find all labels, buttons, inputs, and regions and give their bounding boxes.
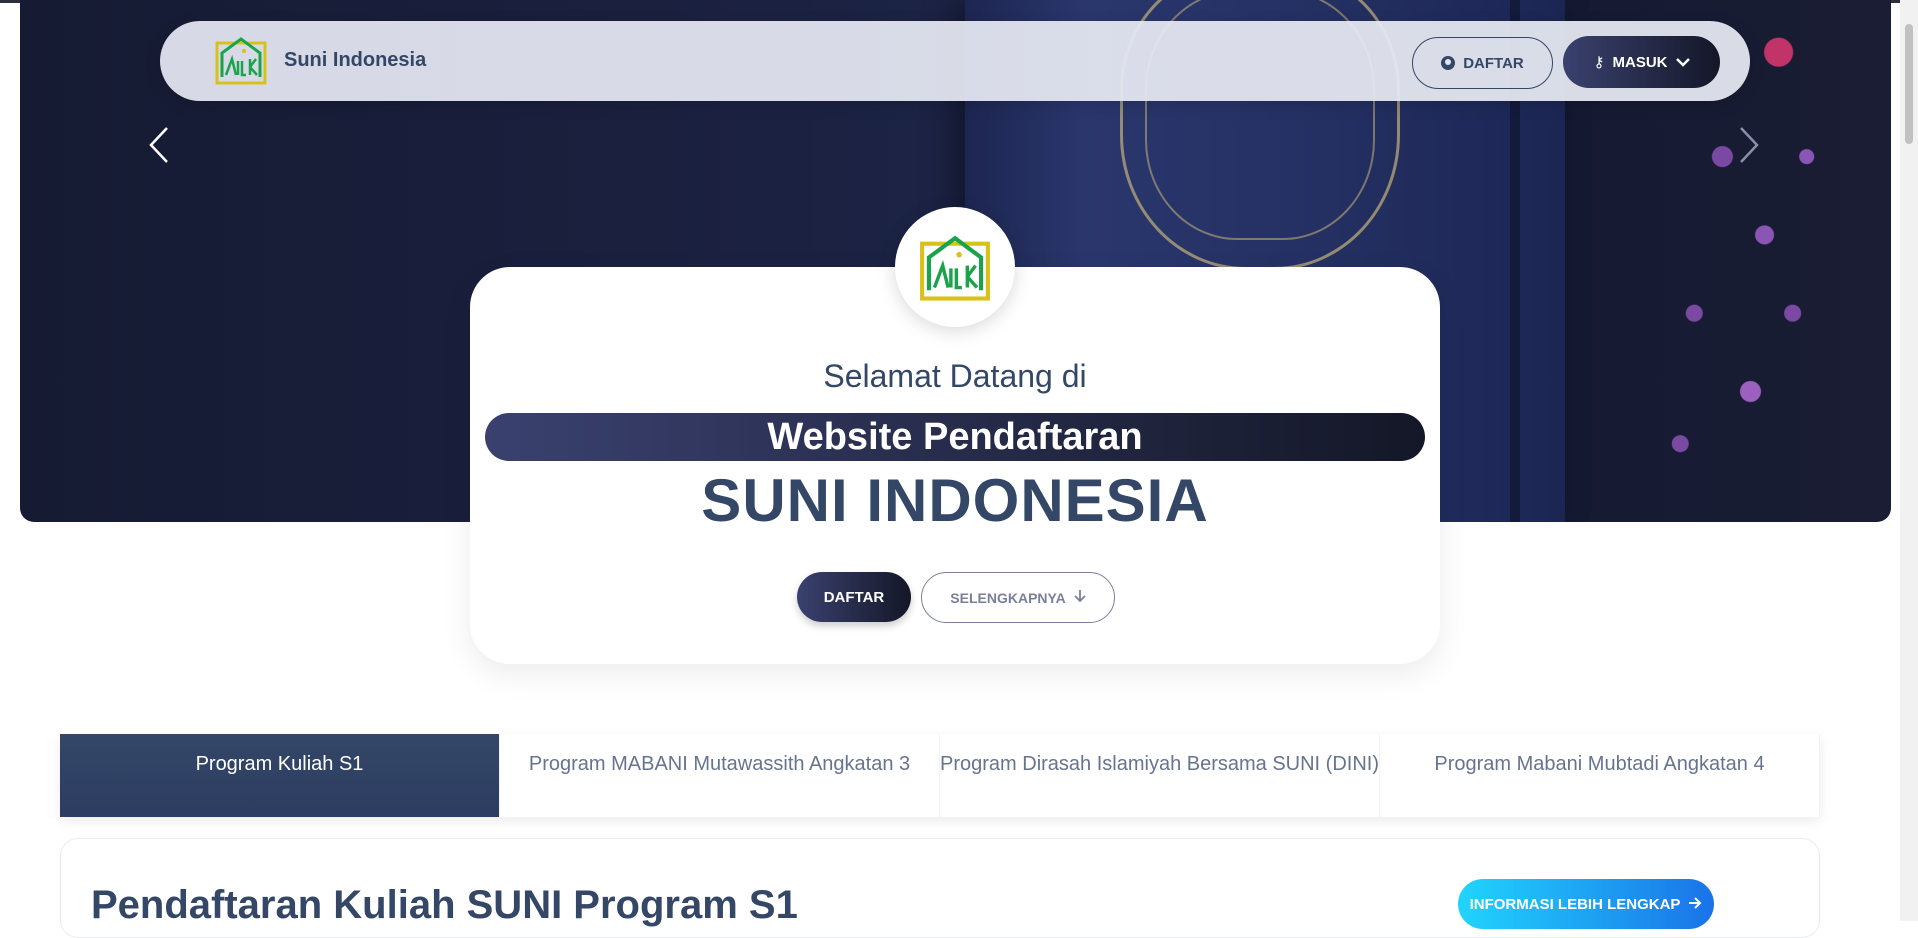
tab-kuliah-s1[interactable]: Program Kuliah S1 (60, 734, 500, 817)
tab-mabani-mutawassith[interactable]: Program MABANI Mutawassith Angkatan 3 (500, 734, 940, 817)
brand-name[interactable]: Suni Indonesia (284, 49, 426, 72)
more-info-button[interactable]: INFORMASI LEBIH LENGKAP (1458, 879, 1714, 929)
hero-title: SUNI INDONESIA (701, 467, 1209, 534)
card-logo (895, 207, 1015, 327)
chevron-down-icon (1675, 54, 1690, 70)
welcome-text: Selamat Datang di (823, 358, 1087, 394)
register-button[interactable]: DAFTAR (797, 572, 911, 622)
tab-dirasah-islamiyah[interactable]: Program Dirasah Islamiyah Bersama SUNI (… (940, 734, 1380, 817)
suni-logo[interactable] (214, 33, 268, 87)
carousel-next-button[interactable] (1738, 126, 1760, 174)
read-more-button[interactable]: SELENGKAPNYA (921, 572, 1115, 623)
carousel-prev-button[interactable] (148, 126, 170, 174)
scrollbar-thumb[interactable] (1905, 24, 1913, 144)
program-tabs: Program Kuliah S1 Program MABANI Mutawas… (60, 734, 1820, 817)
chevron-left-icon (149, 127, 168, 163)
more-info-label: INFORMASI LEBIH LENGKAP (1469, 895, 1681, 913)
program-section: Pendaftaran Kuliah SUNI Program S1 INFOR… (60, 838, 1820, 938)
arrow-down-icon (1074, 589, 1086, 606)
login-nav-button[interactable]: ⚷ MASUK (1563, 36, 1720, 88)
register-nav-label: DAFTAR (1463, 54, 1524, 72)
key-icon: ⚷ (1593, 54, 1605, 71)
navbar: Suni Indonesia DAFTAR ⚷ MASUK (160, 21, 1750, 101)
chevron-right-icon (1740, 127, 1759, 163)
read-more-label: SELENGKAPNYA (950, 589, 1066, 606)
register-nav-button[interactable]: DAFTAR (1412, 37, 1553, 89)
arrow-right-icon (1688, 896, 1702, 913)
hero-subtitle: Website Pendaftaran (485, 413, 1425, 461)
tab-mabani-mubtadi[interactable]: Program Mabani Mubtadi Angkatan 4 (1380, 734, 1820, 817)
login-nav-label: MASUK (1612, 53, 1668, 71)
section-title: Pendaftaran Kuliah SUNI Program S1 (91, 883, 798, 927)
user-circle-icon (1441, 56, 1456, 70)
page-scrollbar[interactable] (1900, 0, 1918, 921)
